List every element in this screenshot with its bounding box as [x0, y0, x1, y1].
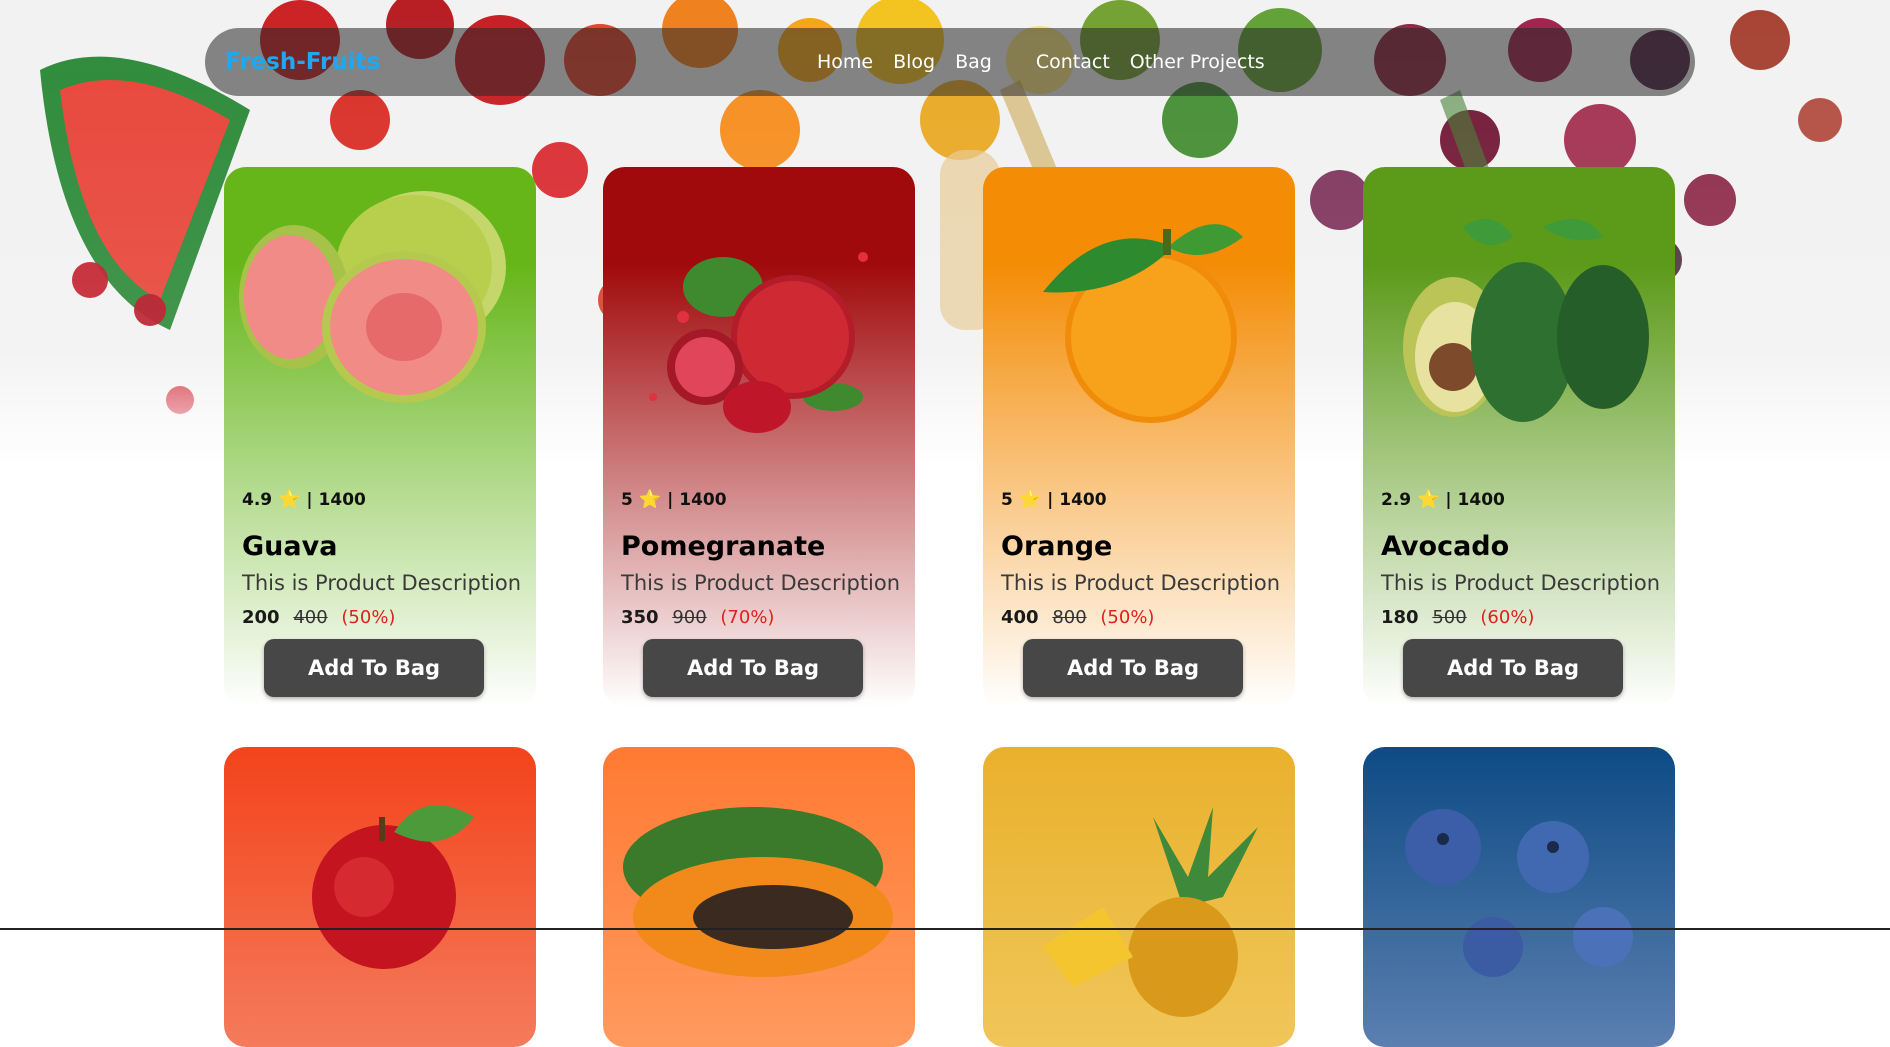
separator: | — [1047, 490, 1054, 510]
discount-percent: (50%) — [341, 607, 396, 628]
original-price: 900 — [672, 607, 707, 628]
current-price: 350 — [621, 607, 659, 628]
add-to-bag-button[interactable]: Add To Bag — [1403, 639, 1623, 697]
separator: | — [306, 490, 313, 510]
avocado-image — [1403, 219, 1649, 422]
rating-line: 5 ⭐ | 1400 — [1001, 489, 1107, 510]
star-icon: ⭐ — [1018, 489, 1042, 510]
discount-percent: (60%) — [1480, 607, 1535, 628]
add-to-bag-button[interactable]: Add To Bag — [1023, 639, 1243, 697]
rating-count: 1400 — [1059, 490, 1107, 510]
original-price: 500 — [1432, 607, 1467, 628]
product-card-papaya — [603, 747, 915, 1047]
product-name: Avocado — [1381, 531, 1510, 562]
current-price: 200 — [242, 607, 280, 628]
rating-value: 4.9 — [242, 490, 273, 510]
price-line: 400 800 (50%) — [1001, 607, 1154, 628]
rating-count: 1400 — [679, 490, 727, 510]
product-name: Pomegranate — [621, 531, 826, 562]
discount-percent: (50%) — [1100, 607, 1155, 628]
separator: | — [1445, 490, 1452, 510]
discount-percent: (70%) — [720, 607, 775, 628]
rating-line: 4.9 ⭐ | 1400 — [242, 489, 366, 510]
papaya-image — [623, 807, 893, 977]
guava-image — [239, 191, 506, 403]
price-line: 200 400 (50%) — [242, 607, 395, 628]
star-icon: ⭐ — [1417, 489, 1440, 510]
nav-links: Home Blog Bag Contact Other Projects — [817, 28, 1285, 96]
orange-image — [1043, 224, 1243, 423]
apple-image — [312, 805, 474, 969]
blueberry-image — [1405, 809, 1633, 977]
original-price: 400 — [293, 607, 328, 628]
pineapple-image — [1043, 807, 1258, 1017]
rating-value: 5 — [621, 490, 633, 510]
product-card-orange: 5 ⭐ | 1400 Orange This is Product Descri… — [983, 167, 1295, 707]
product-description: This is Product Description — [242, 571, 522, 595]
brand-logo[interactable]: Fresh-Fruits — [225, 28, 380, 96]
nav-link-other-projects[interactable]: Other Projects — [1130, 51, 1265, 73]
separator: | — [667, 490, 674, 510]
product-description: This is Product Description — [621, 571, 901, 595]
product-name: Orange — [1001, 531, 1113, 562]
product-name: Guava — [242, 531, 338, 562]
price-line: 350 900 (70%) — [621, 607, 774, 628]
rating-value: 5 — [1001, 490, 1013, 510]
nav-link-contact[interactable]: Contact — [1036, 51, 1110, 73]
rating-count: 1400 — [1457, 490, 1505, 510]
nav-link-bag[interactable]: Bag — [955, 51, 992, 73]
product-description: This is Product Description — [1381, 571, 1661, 595]
top-navbar: Fresh-Fruits Home Blog Bag Contact Other… — [205, 28, 1695, 96]
rating-count: 1400 — [318, 490, 366, 510]
add-to-bag-button[interactable]: Add To Bag — [264, 639, 484, 697]
original-price: 800 — [1052, 607, 1087, 628]
rating-line: 5 ⭐ | 1400 — [621, 489, 727, 510]
nav-link-home[interactable]: Home — [817, 51, 873, 73]
pomegranate-image — [649, 252, 868, 433]
product-card-guava: 4.9 ⭐ | 1400 Guava This is Product Descr… — [224, 167, 536, 707]
product-card-pomegranate: 5 ⭐ | 1400 Pomegranate This is Product D… — [603, 167, 915, 707]
product-card-apple — [224, 747, 536, 1047]
product-description: This is Product Description — [1001, 571, 1281, 595]
star-icon: ⭐ — [638, 489, 662, 510]
current-price: 180 — [1381, 607, 1419, 628]
add-to-bag-button[interactable]: Add To Bag — [643, 639, 863, 697]
product-card-pineapple — [983, 747, 1295, 1047]
rating-value: 2.9 — [1381, 490, 1412, 510]
rating-line: 2.9 ⭐ | 1400 — [1381, 489, 1505, 510]
product-card-avocado: 2.9 ⭐ | 1400 Avocado This is Product Des… — [1363, 167, 1675, 707]
price-line: 180 500 (60%) — [1381, 607, 1534, 628]
product-card-blueberry — [1363, 747, 1675, 1047]
nav-link-blog[interactable]: Blog — [893, 51, 935, 73]
current-price: 400 — [1001, 607, 1039, 628]
star-icon: ⭐ — [278, 489, 301, 510]
